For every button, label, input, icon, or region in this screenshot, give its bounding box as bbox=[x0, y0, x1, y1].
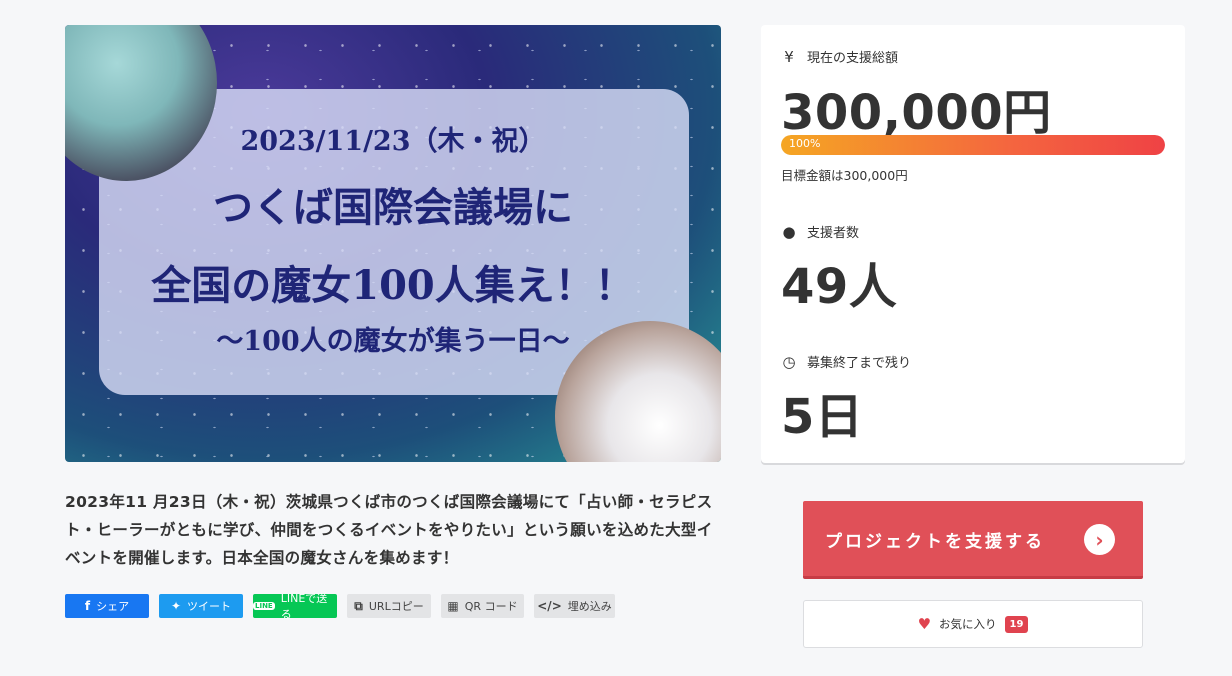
line-icon: LINE bbox=[253, 602, 275, 610]
line-share-label: LINEで送る bbox=[280, 592, 328, 621]
qr-code-label: QR コード bbox=[464, 600, 518, 613]
remaining-label: 募集終了まで残り bbox=[807, 356, 912, 371]
amount-label: 現在の支援総額 bbox=[807, 51, 899, 66]
favorite-button[interactable]: ♥ お気に入り 19 bbox=[803, 600, 1143, 648]
embed-button[interactable]: </> 埋め込み bbox=[534, 594, 615, 618]
hero-title-line1: つくば国際会議場に bbox=[213, 184, 573, 231]
supporters-value: 49人 bbox=[781, 259, 898, 315]
project-hero-image: 2023/11/23（木・祝） つくば国際会議場に 全国の魔女100人集え！！ … bbox=[65, 25, 721, 462]
remaining-value: 5日 bbox=[781, 389, 864, 445]
hero-date: 2023/11/23（木・祝） bbox=[240, 126, 546, 157]
copy-icon: ⧉ bbox=[354, 598, 363, 613]
progress-fill bbox=[781, 135, 1165, 155]
code-icon: </> bbox=[537, 599, 562, 613]
favorite-count-badge: 19 bbox=[1004, 615, 1029, 633]
remaining-label-row: ◷ 募集終了まで残り bbox=[781, 352, 912, 372]
line-share-button[interactable]: LINE LINEで送る bbox=[253, 592, 337, 621]
twitter-share-label: ツイート bbox=[187, 600, 232, 613]
twitter-bird-icon: ✦ bbox=[170, 599, 182, 613]
progress-percent: 100% bbox=[789, 137, 821, 150]
hero-subtitle: 〜100人の魔女が集う一日〜 bbox=[216, 326, 570, 357]
url-copy-label: URLコピー bbox=[368, 600, 424, 613]
supporters-label-row: ● 支援者数 bbox=[781, 222, 860, 242]
embed-label: 埋め込み bbox=[567, 600, 612, 613]
amount-label-row: ¥ 現在の支援総額 bbox=[781, 47, 899, 67]
funding-stats-card: ¥ 現在の支援総額 300,000円 100% 目標金額は300,000円 ● … bbox=[761, 25, 1185, 463]
hero-title-line2: 全国の魔女100人集え！！ bbox=[151, 262, 635, 309]
heart-icon: ♥ bbox=[917, 615, 932, 633]
twitter-share-button[interactable]: ✦ ツイート bbox=[159, 594, 243, 618]
facebook-share-button[interactable]: f シェア bbox=[65, 594, 149, 618]
facebook-icon: f bbox=[84, 599, 91, 613]
favorite-label: お気に入り bbox=[939, 617, 997, 631]
supporters-label: 支援者数 bbox=[807, 226, 860, 241]
chevron-right-icon: › bbox=[1084, 524, 1115, 555]
project-description: 2023年11 月23日（木・祝）茨城県つくば市のつくば国際会議場にて「占い師・… bbox=[65, 493, 713, 567]
facebook-share-label: シェア bbox=[96, 600, 130, 613]
url-copy-button[interactable]: ⧉ URLコピー bbox=[347, 594, 431, 618]
funding-progress-bar: 100% bbox=[781, 135, 1165, 155]
support-project-button[interactable]: プロジェクトを支援する › bbox=[803, 501, 1143, 579]
clock-icon: ◷ bbox=[782, 352, 796, 371]
yen-icon: ¥ bbox=[784, 47, 794, 66]
person-icon: ● bbox=[782, 222, 796, 241]
goal-amount: 目標金額は300,000円 bbox=[781, 168, 908, 183]
support-project-label: プロジェクトを支援する bbox=[825, 532, 1045, 552]
qr-code-icon: ▦ bbox=[447, 599, 459, 613]
qr-code-button[interactable]: ▦ QR コード bbox=[441, 594, 524, 618]
amount-value: 300,000円 bbox=[781, 85, 1052, 141]
